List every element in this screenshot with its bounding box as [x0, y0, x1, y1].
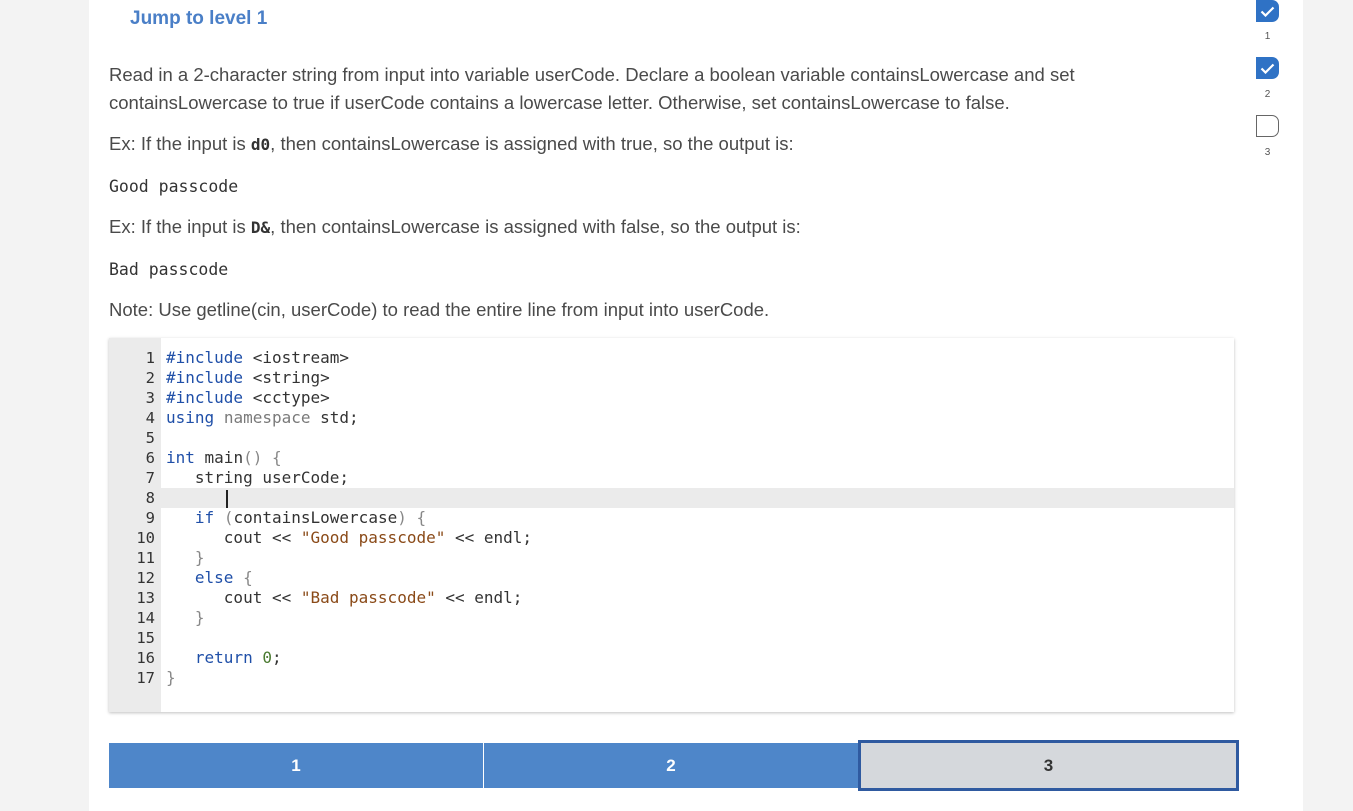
code-line[interactable]: 4 using namespace std; [109, 408, 1234, 428]
line-number: 8 [145, 489, 155, 507]
code-text[interactable]: } [166, 608, 205, 628]
code-text[interactable]: cout << "Bad passcode" << endl; [166, 588, 523, 608]
code-line[interactable]: 3 #include <cctype> [109, 388, 1234, 408]
code-line[interactable]: 17} [109, 668, 1234, 688]
code-line[interactable]: 10 cout << "Good passcode" << endl; [109, 528, 1234, 548]
code-text[interactable]: #include <cctype> [166, 388, 330, 408]
line-number: 13 [136, 589, 155, 607]
example-2-output: Bad passcode [109, 260, 229, 279]
code-line[interactable]: 6 int main() { [109, 448, 1234, 468]
jump-to-level-link[interactable]: Jump to level 1 [130, 8, 267, 30]
code-line[interactable]: 1 #include <iostream> [109, 348, 1234, 368]
line-number: 15 [136, 629, 155, 647]
line-number: 14 [136, 609, 155, 627]
example-1-pre: Ex: If the input is [109, 133, 251, 154]
level-tab-1[interactable]: 1 [109, 743, 483, 788]
check-icon[interactable] [1256, 0, 1279, 22]
level-tab-3[interactable]: 3 [858, 740, 1239, 791]
code-text[interactable]: } [166, 548, 205, 568]
note-text: Note: Use getline(cin, userCode) to read… [109, 299, 770, 320]
code-line[interactable]: 5 [109, 428, 1234, 448]
example-2-input: D& [250, 218, 271, 237]
code-text[interactable]: #include <string> [166, 368, 330, 388]
code-line[interactable]: 8 [109, 488, 1234, 508]
line-number: 10 [136, 529, 155, 547]
code-line[interactable]: 15 [109, 628, 1234, 648]
code-text[interactable]: #include <iostream> [166, 348, 349, 368]
example-1-output: Good passcode [109, 177, 239, 196]
example-1-post: , then containsLowercase is assigned wit… [270, 133, 794, 154]
code-line[interactable]: 12 else { [109, 568, 1234, 588]
code-text[interactable]: else { [166, 568, 253, 588]
text-cursor [226, 490, 228, 508]
example-2-post: , then containsLowercase is assigned wit… [270, 216, 801, 237]
code-line[interactable]: 11 } [109, 548, 1234, 568]
line-number: 17 [136, 669, 155, 687]
check-icon[interactable] [1256, 57, 1279, 79]
code-text[interactable]: cout << "Good passcode" << endl; [166, 528, 532, 548]
line-number: 9 [145, 509, 155, 527]
level-tab-label: 2 [666, 755, 676, 775]
code-text[interactable]: using namespace std; [166, 408, 359, 428]
code-text[interactable]: } [166, 668, 176, 688]
line-number: 5 [145, 429, 155, 447]
level-tab-label: 3 [1043, 755, 1054, 775]
code-line[interactable]: 14 } [109, 608, 1234, 628]
example-2: Ex: If the input is D&, then containsLow… [109, 213, 1169, 242]
progress-label-2: 2 [1264, 89, 1271, 100]
line-number: 11 [136, 549, 155, 567]
example-1: Ex: If the input is d0, then containsLow… [109, 130, 1169, 159]
line-number: 12 [136, 569, 155, 587]
empty-box-icon[interactable] [1256, 115, 1279, 137]
code-text[interactable]: int main() { [166, 448, 282, 468]
level-tab-2[interactable]: 2 [484, 743, 858, 788]
level-tab-label: 1 [291, 755, 301, 775]
progress-label-3: 3 [1264, 147, 1271, 158]
prompt-paragraph: Read in a 2-character string from input … [109, 64, 1075, 113]
code-line[interactable]: 9 if (containsLowercase) { [109, 508, 1234, 528]
line-number: 4 [145, 409, 155, 427]
code-line[interactable]: 13 cout << "Bad passcode" << endl; [109, 588, 1234, 608]
line-number: 6 [145, 449, 155, 467]
line-number: 7 [145, 469, 155, 487]
code-text[interactable]: if (containsLowercase) { [166, 508, 426, 528]
example-2-pre: Ex: If the input is [109, 216, 251, 237]
example-1-input: d0 [250, 135, 271, 154]
code-line[interactable]: 7 string userCode; [109, 468, 1234, 488]
code-text[interactable]: return 0; [166, 648, 282, 668]
code-editor[interactable]: 1 #include <iostream> 2 #include <string> 3 #… [109, 338, 1234, 712]
line-number: 1 [145, 349, 155, 367]
code-text[interactable]: string userCode; [166, 468, 349, 488]
line-number: 3 [145, 389, 155, 407]
line-number: 16 [136, 649, 155, 667]
code-line[interactable]: 2 #include <string> [109, 368, 1234, 388]
line-number: 2 [145, 369, 155, 387]
code-line[interactable]: 16 return 0; [109, 648, 1234, 668]
progress-label-1: 1 [1264, 31, 1271, 42]
